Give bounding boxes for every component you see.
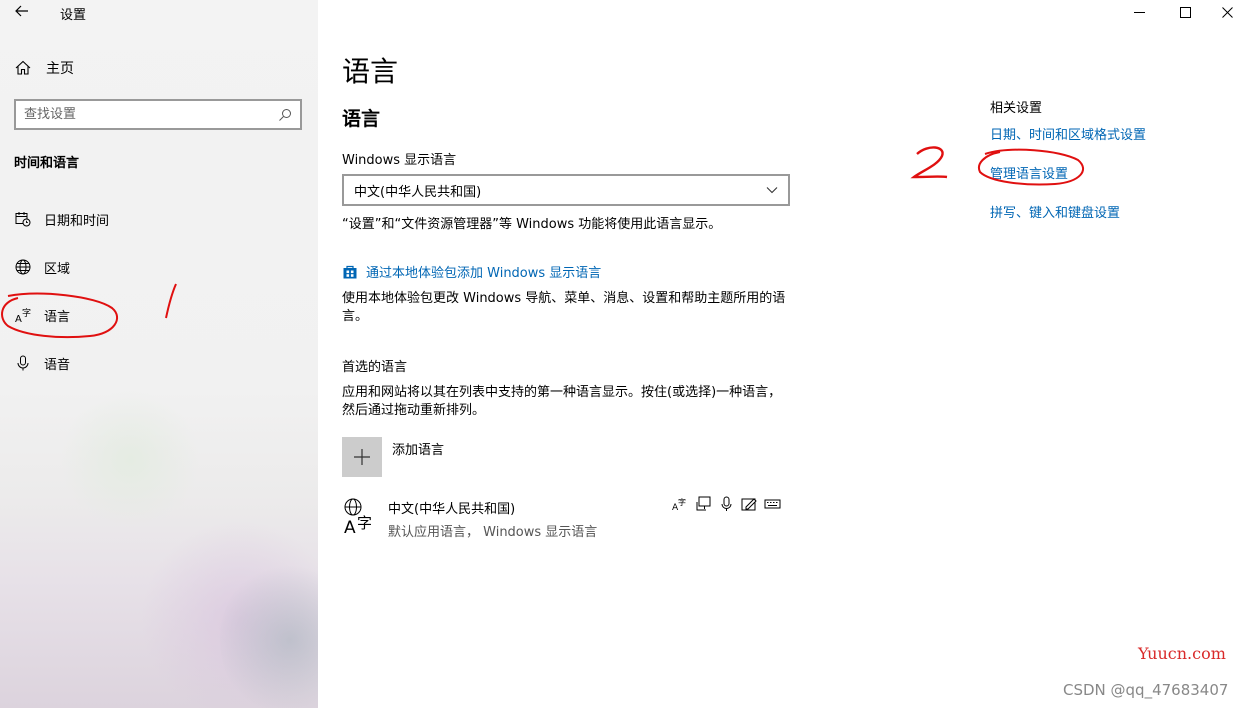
sidebar: 设置 主页 时间和语言 日期和时间 区域 A字 语言 语音 (0, 0, 318, 708)
search-box[interactable] (14, 99, 302, 130)
display-language-feature-icon: A字 (672, 496, 689, 512)
calendar-clock-icon (14, 210, 32, 228)
language-icon: A字 (342, 496, 378, 538)
store-icon (343, 265, 357, 278)
globe-icon (14, 258, 32, 276)
manage-language-settings-link[interactable]: 管理语言设置 (990, 163, 1068, 182)
close-button[interactable] (1204, 0, 1248, 24)
sidebar-item-region[interactable]: 区域 (14, 255, 70, 279)
svg-text:字: 字 (678, 497, 686, 507)
minimize-button[interactable] (1116, 0, 1162, 24)
spelling-typing-keyboard-link[interactable]: 拼写、键入和键盘设置 (990, 202, 1120, 221)
maximize-button[interactable] (1162, 0, 1208, 24)
sidebar-item-label: 语言 (44, 309, 71, 325)
csdn-watermark: CSDN @qq_47683407 (1063, 681, 1229, 699)
close-icon (1221, 6, 1233, 18)
display-language-dropdown[interactable]: 中文(中华人民共和国) (342, 174, 790, 206)
sidebar-item-speech[interactable]: 语音 (14, 351, 70, 375)
display-language-value: 中文(中华人民共和国) (354, 184, 482, 200)
language-icon: A字 (14, 306, 32, 324)
preferred-languages-title: 首选的语言 (342, 360, 408, 375)
display-language-label: Windows 显示语言 (342, 153, 457, 168)
svg-text:A: A (344, 518, 356, 536)
sidebar-item-label: 语音 (44, 357, 71, 373)
section-heading-language: 语言 (342, 108, 381, 130)
sidebar-item-label: 日期和时间 (44, 213, 110, 229)
search-input[interactable] (24, 107, 278, 122)
svg-text:A: A (15, 314, 22, 324)
language-name: 中文(中华人民共和国) (388, 502, 516, 517)
text-to-speech-feature-icon (695, 496, 712, 512)
add-experience-pack-link[interactable]: 通过本地体验包添加 Windows 显示语言 (342, 262, 601, 281)
sidebar-item-label: 区域 (44, 261, 71, 277)
date-time-region-format-link[interactable]: 日期、时间和区域格式设置 (990, 124, 1146, 143)
back-button[interactable] (10, 2, 34, 22)
maximize-icon (1179, 6, 1191, 18)
microphone-feature-icon (718, 496, 735, 512)
home-label: 主页 (46, 61, 74, 77)
add-language-label: 添加语言 (392, 443, 445, 458)
home-icon (15, 60, 31, 75)
chevron-down-icon (766, 187, 778, 194)
svg-text:字: 字 (22, 307, 31, 319)
minimize-icon (1133, 11, 1145, 13)
page-title: 语言 (342, 55, 399, 88)
section-title: 时间和语言 (14, 156, 80, 171)
sidebar-item-language[interactable]: A字 语言 (14, 303, 70, 327)
site-watermark: Yuucn.com (1138, 644, 1226, 663)
annotation-mark-2 (910, 146, 948, 179)
related-settings-title: 相关设置 (990, 101, 1043, 116)
svg-text:字: 字 (357, 514, 372, 532)
handwriting-feature-icon (741, 496, 758, 512)
back-arrow-icon (15, 5, 28, 17)
search-icon[interactable] (278, 108, 292, 122)
display-language-description: “设置”和“文件资源管理器”等 Windows 功能将使用此语言显示。 (342, 217, 722, 232)
add-language-button[interactable]: 添加语言 (342, 437, 444, 477)
plus-icon (342, 437, 382, 477)
home-nav-item[interactable]: 主页 (14, 58, 74, 78)
keyboard-feature-icon (764, 496, 781, 512)
app-title: 设置 (60, 8, 87, 23)
preferred-languages-description: 应用和网站将以其在列表中支持的第一种语言显示。按住(或选择)一种语言，然后通过拖… (342, 385, 782, 418)
microphone-icon (14, 354, 32, 372)
experience-pack-description: 使用本地体验包更改 Windows 导航、菜单、消息、设置和帮助主题所用的语言。 (342, 291, 786, 324)
background-decoration (60, 390, 200, 530)
language-feature-icons: A字 (672, 496, 781, 512)
add-experience-pack-link-text: 通过本地体验包添加 Windows 显示语言 (366, 266, 602, 281)
sidebar-item-date-time[interactable]: 日期和时间 (14, 207, 109, 231)
language-subtext: 默认应用语言， Windows 显示语言 (388, 525, 598, 540)
